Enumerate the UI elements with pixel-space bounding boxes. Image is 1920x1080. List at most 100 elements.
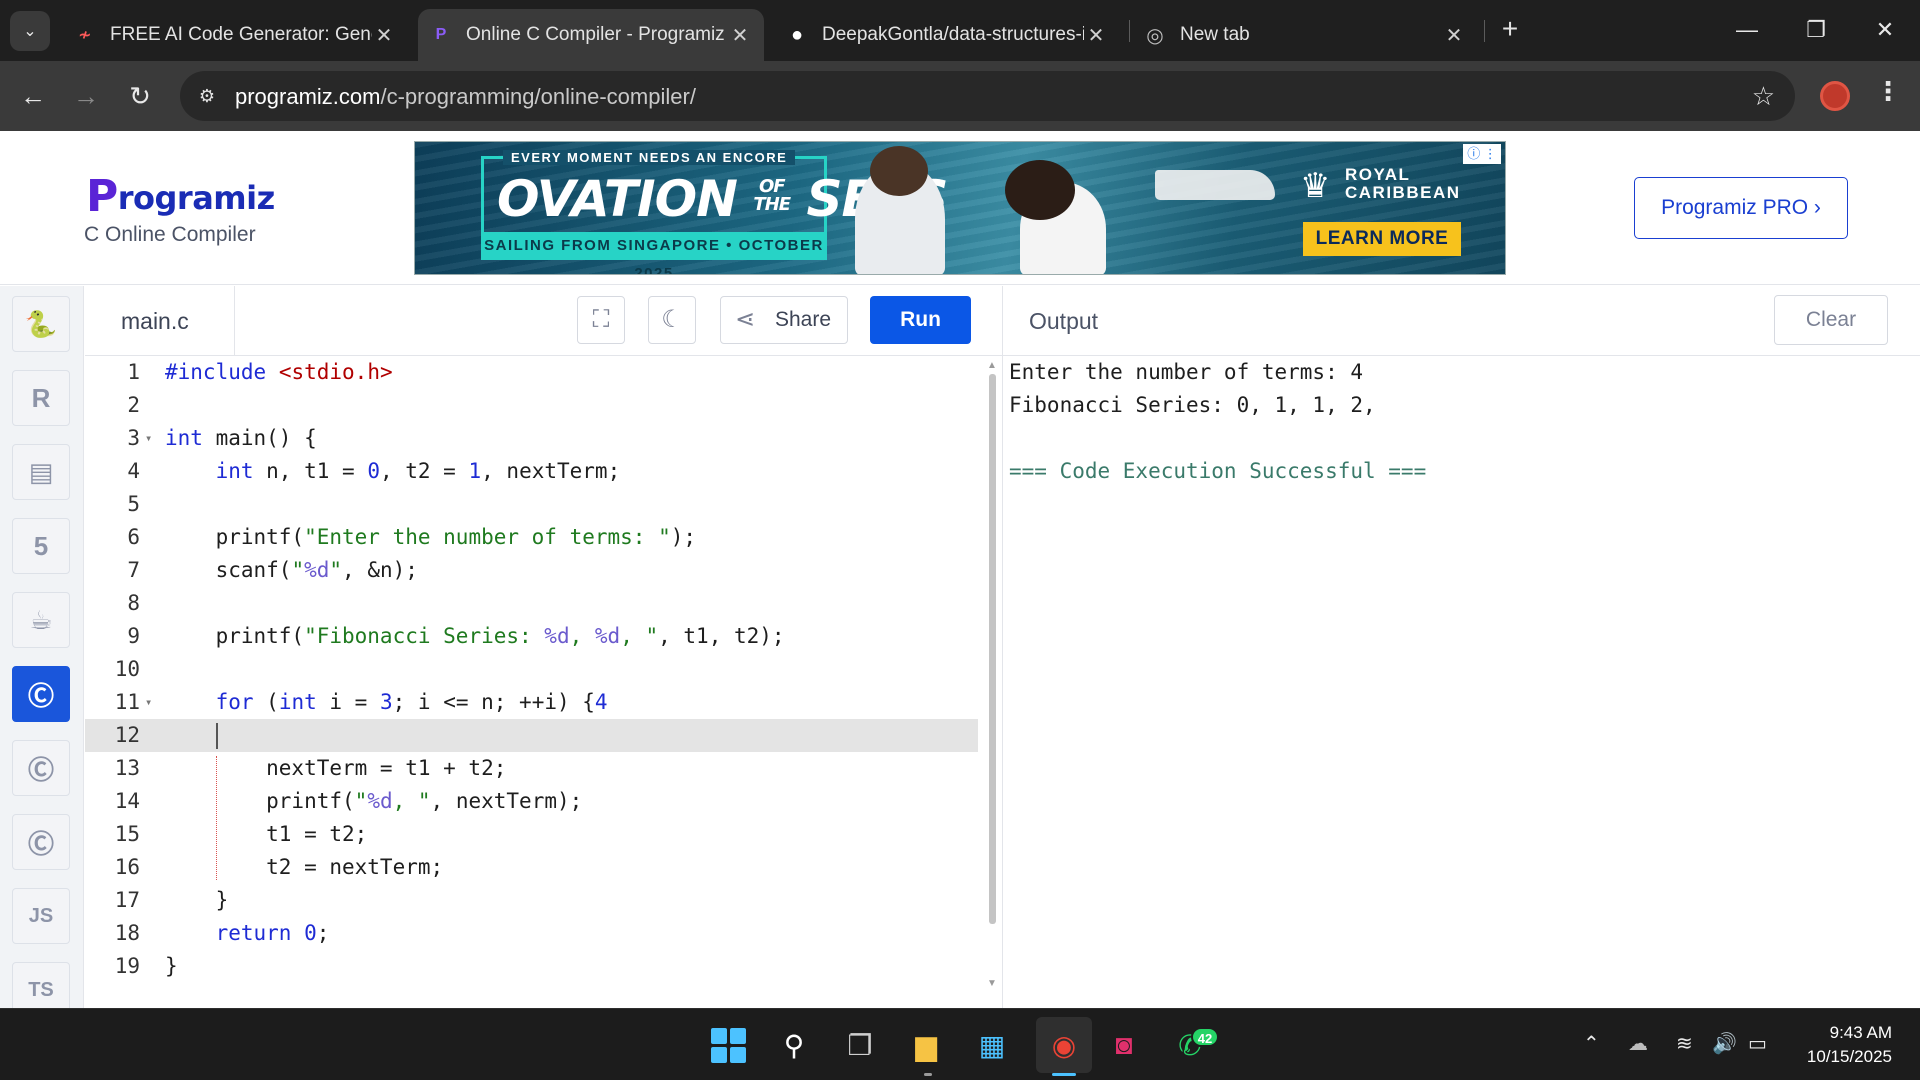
code-line[interactable]: 12	[85, 719, 978, 752]
code-line[interactable]: 18 return 0;	[85, 917, 978, 950]
reload-button[interactable]: ↻	[122, 78, 158, 114]
code-line[interactable]: 17 }	[85, 884, 978, 917]
close-icon[interactable]: ✕	[1442, 23, 1466, 48]
scroll-down-arrow-icon[interactable]: ▼	[987, 978, 997, 989]
profile-avatar[interactable]	[1820, 81, 1850, 111]
code-line[interactable]: 9 printf("Fibonacci Series: %d, %d, ", t…	[85, 620, 978, 653]
royal-caribbean-crown-icon: ♛	[1300, 167, 1331, 205]
ad-sailing-text: SAILING FROM SINGAPORE • OCTOBER 2025	[481, 232, 827, 274]
lang-sql-button[interactable]: ▤	[12, 444, 70, 500]
start-button[interactable]	[706, 1023, 750, 1067]
dark-mode-button[interactable]: ☾	[648, 296, 696, 344]
code-line[interactable]: 1 #include <stdio.h>	[85, 356, 978, 389]
forward-button[interactable]: →	[68, 78, 104, 114]
language-sidebar: 🐍 R ▤ 5 ☕ Ⓒ Ⓒ Ⓒ JS TS	[0, 286, 84, 1008]
lang-java-button[interactable]: ☕	[12, 592, 70, 648]
ad-brand: ROYAL CARIBBEAN	[1345, 166, 1461, 202]
minimize-icon: —	[1736, 17, 1758, 42]
run-button[interactable]: Run	[870, 296, 971, 344]
windows-taskbar: ⚲ ❐ ▆ ▦ ◉ ◙ ✆ 42 ⌃ ☁ ≋ 🔊 ▭ 9:43 AM 10/15…	[0, 1008, 1920, 1080]
minimize-button[interactable]: —	[1722, 10, 1772, 50]
battery-icon[interactable]: ▭	[1748, 1031, 1767, 1056]
code-line[interactable]: 7 scanf("%d", &n);	[85, 554, 978, 587]
fold-arrow-icon[interactable]: ▾	[145, 686, 152, 719]
fullscreen-icon: ⛶	[592, 306, 610, 333]
line-number: 10	[114, 657, 140, 681]
task-view-icon[interactable]: ❐	[838, 1023, 882, 1067]
back-button[interactable]: ←	[15, 78, 51, 114]
volume-icon[interactable]: 🔊	[1712, 1031, 1737, 1056]
search-icon[interactable]: ⚲	[772, 1023, 816, 1067]
url-domain: programiz.com	[235, 84, 381, 109]
close-window-button[interactable]: ✕	[1860, 10, 1910, 50]
code-line[interactable]: 2	[85, 389, 978, 422]
file-tab-main-c[interactable]: main.c	[85, 286, 235, 356]
lang-cpp-button[interactable]: Ⓒ	[12, 740, 70, 796]
advertisement-banner[interactable]: EVERY MOMENT NEEDS AN ENCORE OVATION OF T…	[414, 141, 1506, 275]
output-title: Output	[1029, 308, 1099, 334]
tab-ai-code-generator[interactable]: ≁ FREE AI Code Generator: Gener ✕	[62, 9, 408, 61]
programiz-pro-button[interactable]: Programiz PRO ›	[1634, 177, 1848, 239]
code-line[interactable]: 14 printf("%d, ", nextTerm);	[85, 785, 978, 818]
line-number: 6	[127, 525, 140, 549]
instagram-icon[interactable]: ◙	[1102, 1023, 1146, 1067]
csharp-icon: Ⓒ	[27, 828, 54, 859]
code-line[interactable]: 6 printf("Enter the number of terms: ");	[85, 521, 978, 554]
tab-online-c-compiler[interactable]: P Online C Compiler - Programiz ✕	[418, 9, 764, 61]
code-line[interactable]: 15 t1 = t2;	[85, 818, 978, 851]
lang-javascript-button[interactable]: JS	[12, 888, 70, 944]
address-bar[interactable]: ⚙ programiz.com/c-programming/online-com…	[180, 71, 1795, 121]
chrome-icon[interactable]: ◉	[1036, 1017, 1092, 1073]
ad-learn-more-button[interactable]: LEARN MORE	[1303, 222, 1461, 256]
tab-github[interactable]: ● DeepakGontla/data-structures-i ✕	[774, 9, 1120, 61]
clock[interactable]: 9:43 AM 10/15/2025	[1807, 1021, 1892, 1069]
code-line[interactable]: 10	[85, 653, 978, 686]
close-icon[interactable]: ✕	[728, 23, 752, 48]
code-text: return 0;	[215, 921, 330, 945]
file-explorer-icon[interactable]: ▆	[904, 1023, 948, 1067]
bookmark-star-icon[interactable]: ☆	[1752, 81, 1775, 112]
code-line[interactable]: 3 ▾ int main() {	[85, 422, 978, 455]
tab-search-button[interactable]: ⌄	[10, 11, 50, 51]
url-text[interactable]: programiz.com/c-programming/online-compi…	[235, 84, 696, 110]
lang-c-button[interactable]: Ⓒ	[12, 666, 70, 722]
code-line[interactable]: 13 nextTerm = t1 + t2;	[85, 752, 978, 785]
restore-button[interactable]: ❐	[1791, 10, 1841, 50]
lang-csharp-button[interactable]: Ⓒ	[12, 814, 70, 870]
code-line[interactable]: 16 t2 = nextTerm;	[85, 851, 978, 884]
tab-title: Online C Compiler - Programiz	[466, 24, 725, 45]
ad-brand-line: ROYAL	[1345, 165, 1411, 184]
code-line[interactable]: 5	[85, 488, 978, 521]
share-button[interactable]: ⋖ Share	[720, 296, 848, 344]
close-icon[interactable]: ✕	[372, 23, 396, 48]
chevron-up-icon[interactable]: ⌃	[1583, 1031, 1600, 1056]
site-info-icon[interactable]: ⚙	[194, 83, 220, 109]
onedrive-icon[interactable]: ☁	[1628, 1031, 1648, 1056]
code-line[interactable]: 4 int n, t1 = 0, t2 = 1, nextTerm;	[85, 455, 978, 488]
ad-choices-icon[interactable]: ⓘ ⋮	[1463, 144, 1501, 164]
lang-typescript-button[interactable]: TS	[12, 962, 70, 1008]
tab-new-tab[interactable]: ◎ New tab ✕	[1132, 9, 1478, 61]
code-editor[interactable]: 1 #include <stdio.h> 2 3 ▾ int main() {4 int …	[85, 356, 1002, 1008]
share-icon: ⋖	[735, 306, 756, 333]
code-line[interactable]: 8	[85, 587, 978, 620]
scroll-up-arrow-icon[interactable]: ▲	[987, 360, 997, 371]
close-icon[interactable]: ✕	[1084, 23, 1108, 48]
lang-html-button[interactable]: 5	[12, 518, 70, 574]
arrow-left-icon: ←	[20, 81, 46, 111]
fullscreen-button[interactable]: ⛶	[577, 296, 625, 344]
lang-r-button[interactable]: R	[12, 370, 70, 426]
lang-python-button[interactable]: 🐍	[12, 296, 70, 352]
wifi-icon[interactable]: ≋	[1676, 1031, 1693, 1056]
output-console[interactable]: Enter the number of terms: 4 Fibonacci Se…	[1003, 356, 1920, 1008]
code-line[interactable]: 19}	[85, 950, 978, 983]
code-line[interactable]: 11 ▾ for (int i = 3; i <= n; ++i) {4	[85, 686, 978, 719]
new-tab-button[interactable]: +	[1495, 14, 1525, 44]
microsoft-store-icon[interactable]: ▦	[970, 1023, 1014, 1067]
programiz-logo[interactable]: Programiz	[86, 171, 275, 222]
line-number: 3	[127, 426, 140, 450]
fold-arrow-icon[interactable]: ▾	[145, 422, 152, 455]
clear-button[interactable]: Clear	[1774, 295, 1888, 345]
editor-scrollbar[interactable]	[989, 374, 996, 924]
browser-menu-icon[interactable]: ⋮	[1875, 76, 1901, 107]
